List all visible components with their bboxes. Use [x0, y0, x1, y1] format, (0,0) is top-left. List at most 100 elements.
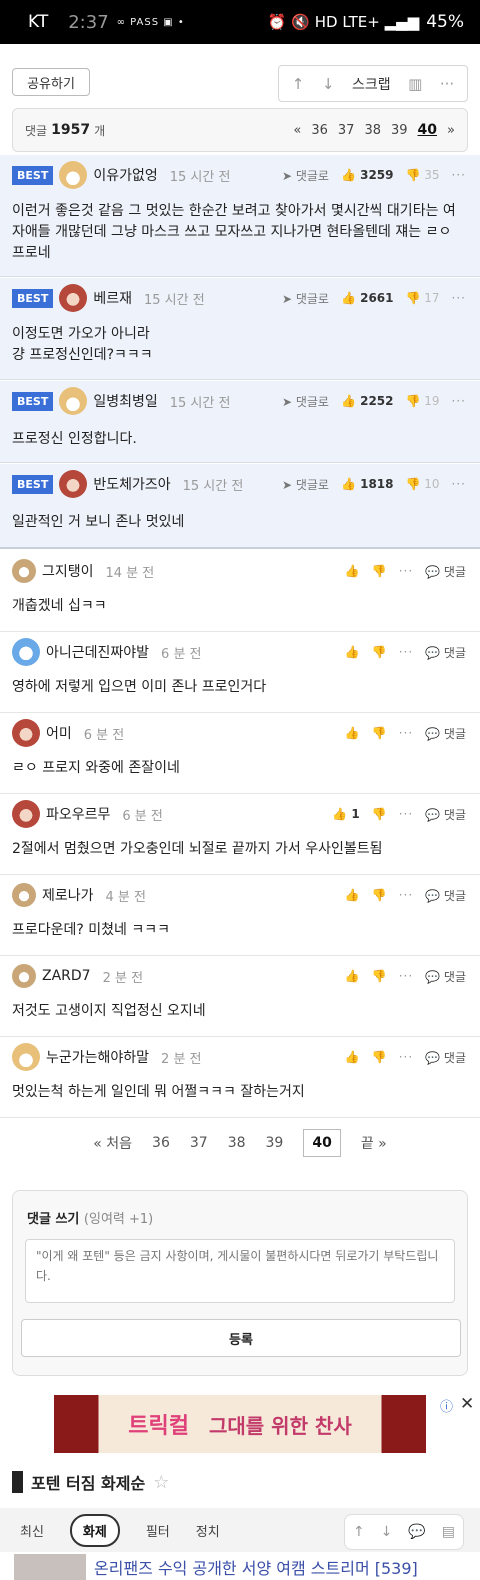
dislike-button[interactable]: 👎 35 [406, 168, 440, 182]
scroll-up-icon[interactable]: ↑ [353, 1524, 365, 1540]
dislike-button[interactable]: 👎 [372, 726, 387, 740]
like-button[interactable]: 👍 2252 [341, 394, 394, 408]
dislike-button[interactable]: 👎 17 [406, 291, 440, 305]
avatar[interactable] [12, 1043, 40, 1071]
reply-button[interactable]: ➤ 댓글로 [282, 393, 329, 410]
submit-button[interactable]: 등록 [21, 1319, 461, 1357]
downvote-icon[interactable]: ↓ [322, 75, 335, 93]
star-icon[interactable]: ☆ [153, 1472, 169, 1493]
avatar[interactable] [12, 800, 40, 828]
dislike-button[interactable]: 👎 [372, 1050, 387, 1064]
nickname[interactable]: 베르재 [93, 288, 132, 308]
reply-button[interactable]: ➤ 댓글로 [282, 476, 329, 493]
more-icon[interactable]: ··· [399, 888, 413, 902]
upvote-icon[interactable]: ↑ [292, 75, 305, 93]
page-link[interactable]: 37 [190, 1135, 208, 1151]
nickname[interactable]: ZARD7 [42, 968, 91, 984]
like-button[interactable]: 👍 [345, 888, 360, 902]
more-icon[interactable]: ··· [452, 477, 466, 491]
reply-button[interactable]: ➤ 댓글로 [282, 290, 329, 307]
reply-button[interactable]: 💬 댓글 [425, 644, 466, 661]
avatar[interactable] [12, 638, 40, 666]
more-icon[interactable]: ··· [399, 645, 413, 659]
nickname[interactable]: 파오우르무 [46, 804, 110, 824]
page-link[interactable]: 36 [152, 1135, 170, 1151]
tab-hot[interactable]: 화제 [69, 1513, 120, 1547]
scrap-button[interactable]: 스크랩 [352, 74, 391, 94]
more-icon[interactable]: ··· [399, 969, 413, 983]
avatar[interactable] [59, 161, 88, 189]
mini-pager-page[interactable]: 37 [338, 123, 355, 138]
like-button[interactable]: 👍 [345, 645, 360, 659]
more-icon[interactable]: ··· [440, 75, 454, 93]
page-current[interactable]: 40 [303, 1129, 341, 1157]
comment-icon[interactable]: 💬 [408, 1524, 425, 1540]
dislike-button[interactable]: 👎 [372, 888, 387, 902]
reply-button[interactable]: 💬 댓글 [425, 968, 466, 985]
mini-pager-page[interactable]: 38 [364, 123, 381, 138]
list-item[interactable]: 온리팬즈 수익 공개한 서양 여캠 스트리머 [539] [0, 1554, 480, 1580]
dislike-button[interactable]: 👎 [372, 645, 387, 659]
tab-politics[interactable]: 정치 [196, 1521, 220, 1540]
avatar[interactable] [59, 284, 88, 312]
nickname[interactable]: 어미 [46, 723, 72, 743]
like-button[interactable]: 👍 [345, 564, 360, 578]
nickname[interactable]: 반도체가즈아 [93, 474, 170, 494]
avatar[interactable] [12, 964, 36, 988]
nickname[interactable]: 그지탱이 [42, 561, 94, 581]
more-icon[interactable]: ··· [452, 168, 466, 182]
page-first-link[interactable]: « 처음 [93, 1133, 132, 1153]
mini-pager-current[interactable]: 40 [418, 122, 437, 138]
more-icon[interactable]: ··· [399, 1050, 413, 1064]
like-button[interactable]: 👍 [345, 1050, 360, 1064]
more-icon[interactable]: ··· [399, 564, 413, 578]
reply-button[interactable]: 💬 댓글 [425, 887, 466, 904]
more-icon[interactable]: ··· [399, 726, 413, 740]
ad-close-icon[interactable]: ✕ [460, 1394, 474, 1414]
nickname[interactable]: 아니근데진짜야발 [46, 642, 149, 662]
avatar[interactable] [12, 719, 40, 747]
reply-button[interactable]: 💬 댓글 [425, 1049, 466, 1066]
page-link[interactable]: 39 [266, 1135, 284, 1151]
nickname[interactable]: 일병최병일 [93, 391, 157, 411]
stats-icon[interactable]: ▥ [408, 75, 422, 93]
nickname[interactable]: 누군가는해야하말 [46, 1047, 149, 1067]
like-button[interactable]: 👍 [345, 726, 360, 740]
more-icon[interactable]: ··· [452, 291, 466, 305]
avatar[interactable] [59, 470, 88, 498]
share-button[interactable]: 공유하기 [12, 68, 90, 96]
like-button[interactable]: 👍 [345, 969, 360, 983]
tab-latest[interactable]: 최신 [20, 1521, 44, 1540]
tab-filter[interactable]: 필터 [146, 1521, 170, 1540]
avatar[interactable] [12, 883, 36, 907]
scroll-down-icon[interactable]: ↓ [381, 1524, 393, 1540]
dislike-button[interactable]: 👎 [372, 969, 387, 983]
like-button[interactable]: 👍 1818 [341, 477, 394, 491]
page-link[interactable]: 38 [228, 1135, 246, 1151]
reply-button[interactable]: 💬 댓글 [425, 563, 466, 580]
like-button[interactable]: 👍 1 [332, 807, 359, 821]
avatar[interactable] [59, 387, 88, 415]
dislike-button[interactable]: 👎 [372, 564, 387, 578]
ad-info-icon[interactable]: ⓘ [440, 1396, 453, 1415]
more-icon[interactable]: ··· [399, 807, 413, 821]
dislike-button[interactable]: 👎 10 [406, 477, 440, 491]
comment-input[interactable] [25, 1239, 455, 1303]
like-button[interactable]: 👍 2661 [341, 291, 394, 305]
like-button[interactable]: 👍 3259 [341, 168, 394, 182]
mini-pager-page[interactable]: 36 [311, 123, 328, 138]
reply-button[interactable]: ➤ 댓글로 [282, 167, 329, 184]
more-icon[interactable]: ··· [452, 394, 466, 408]
mini-pager-prev[interactable]: « [293, 123, 301, 138]
dislike-button[interactable]: 👎 19 [406, 394, 440, 408]
reply-button[interactable]: 💬 댓글 [425, 806, 466, 823]
page-last-link[interactable]: 끝 » [361, 1133, 387, 1153]
avatar[interactable] [12, 559, 36, 583]
dislike-button[interactable]: 👎 [372, 807, 387, 821]
nickname[interactable]: 이유가없엉 [93, 165, 157, 185]
ad-banner[interactable]: 트릭컬 그대를 위한 찬사 [54, 1395, 426, 1453]
menu-icon[interactable]: ▤ [442, 1524, 455, 1540]
nickname[interactable]: 제로나가 [42, 885, 94, 905]
mini-pager-page[interactable]: 39 [391, 123, 408, 138]
mini-pager-next[interactable]: » [447, 123, 455, 138]
